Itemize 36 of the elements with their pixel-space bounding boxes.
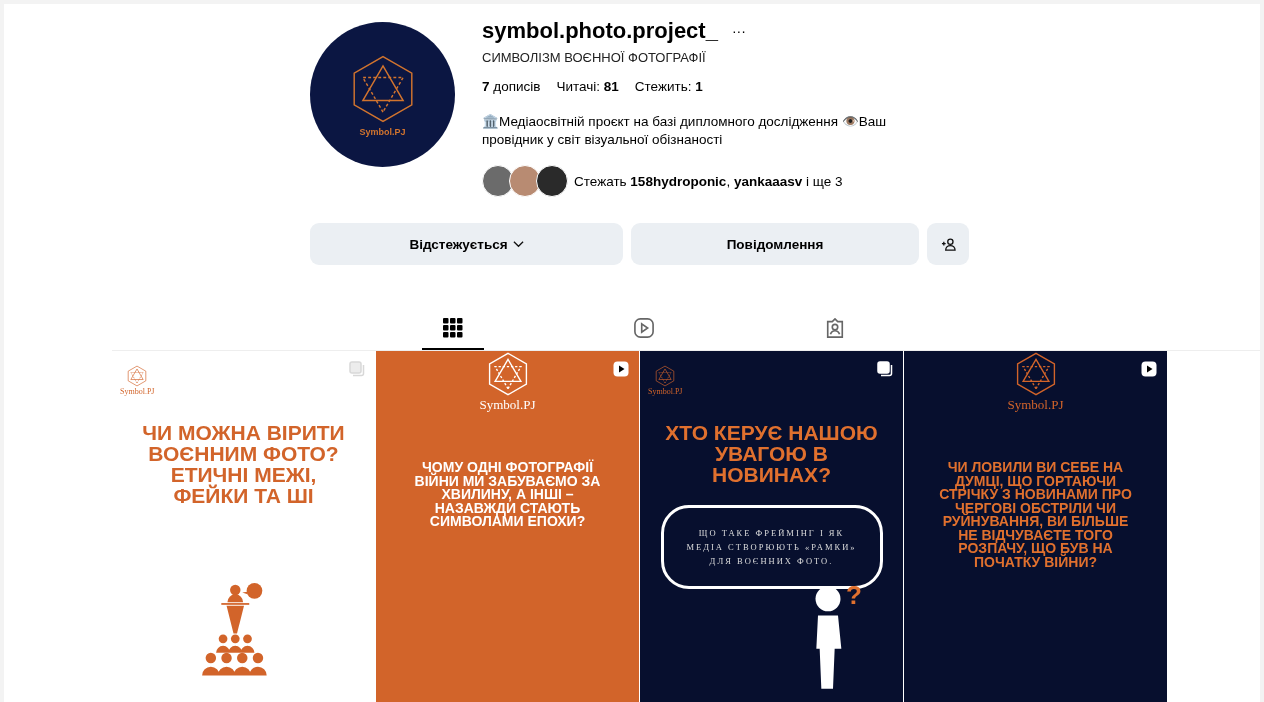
play-icon — [634, 318, 654, 338]
play-icon — [1141, 361, 1157, 377]
post-thumbnail[interactable]: Symbol.PJ ЧИ ЛОВИЛИ ВИ СЕБЕ НА ДУМЦІ, ЩО ГОРТАЮЧИ СТРІЧКУ З НОВИНАМИ ПРО ЧЕРГОВІ ОБСТРІЛИ ЧИ РУЙНУВАННЯ, ВИ БІЛЬШЕ НЕ ВІДЧУВАЄТЕ ТОГО РОЗПАЧУ, ЩО БУВ НА ПОЧАТКУ ВІЙНИ? — [904, 351, 1167, 702]
play-icon — [613, 361, 629, 377]
post-headline: ЧИ МОЖНА ВІРИТИ ВОЄННИМ ФОТО? ЕТИЧНІ МЕЖІ, ФЕЙКИ ТА ШІ — [141, 422, 346, 506]
profile-stat[interactable]: Стежить: 1 — [634, 79, 703, 94]
logo-text: Symbol.PJ — [120, 387, 155, 396]
add-person-icon — [940, 236, 956, 252]
username: symbol.photo.project_ — [482, 18, 718, 44]
profile-full-name: СИМВОЛІЗМ ВОЄННОЇ ФОТОГРАФІЇ — [482, 50, 707, 65]
following-dropdown-button[interactable]: Відстежується — [310, 223, 623, 265]
message-button[interactable]: Повідомлення — [631, 223, 919, 265]
carousel-icon — [877, 361, 893, 377]
add-person-button[interactable] — [927, 223, 969, 265]
icosahedron-logo-icon — [654, 365, 677, 387]
post-headline: ЧОМУ ОДНІ ФОТОГРАФІЇ ВІЙНИ МИ ЗАБУВАЄМО ЗА ХВИЛИНУ, А ІНШІ – НАЗАВЖДИ СТАЮТЬ СИМВОЛАМИ ЕПОХИ? — [413, 461, 602, 529]
follower-avatar — [536, 165, 568, 197]
profile-stat[interactable]: Читачі: 81 — [556, 79, 619, 94]
caret-icon — [512, 240, 524, 248]
logo-text: Symbol.PJ — [359, 126, 406, 137]
more-options-button[interactable]: ··· — [727, 23, 750, 39]
profile-bio: 🏛Медіаосвітній проєкт на базі дипломного дослідження 👁Ваш провідник у світ візуальної обізнаності — [482, 113, 888, 149]
profile-stat[interactable]: 7 дописів — [482, 79, 541, 94]
post-thumbnail[interactable]: Symbol.PJ ЧОМУ ОДНІ ФОТОГРАФІЇ ВІЙНИ МИ ЗАБУВАЄМО ЗА ХВИЛИНУ, А ІНШІ – НАЗАВЖДИ СТАЮТЬ СИМВОЛАМИ ЕПОХИ? — [376, 351, 639, 702]
tagged-person-icon — [825, 318, 845, 338]
post-headline: ХТО КЕРУЄ НАШОЮ УВАГОЮ В НОВИНАХ? — [664, 422, 879, 485]
post-headline: ЧИ ЛОВИЛИ ВИ СЕБЕ НА ДУМЦІ, ЩО ГОРТАЮЧИ СТРІЧКУ З НОВИНАМИ ПРО ЧЕРГОВІ ОБСТРІЛИ ЧИ РУЙНУВАННЯ, ВИ БІЛЬШЕ НЕ ВІДЧУВАЄТЕ ТОГО РОЗПАЧУ, ЩО БУВ НА ПОЧАТКУ ВІЙНИ? — [938, 461, 1133, 569]
carousel-icon — [349, 361, 365, 377]
follower-avatar — [509, 165, 541, 197]
grid-icon — [443, 318, 463, 338]
logo-text: Symbol.PJ — [1007, 397, 1064, 413]
icosahedron-logo-icon — [126, 365, 149, 387]
followed-by-text[interactable]: Стежать 158hydroponic, yankaaasv і ще 3 — [574, 173, 843, 189]
profile-avatar[interactable]: Symbol.PJ — [310, 22, 455, 167]
logo-text: Symbol.PJ — [648, 387, 683, 396]
logo-text: Symbol.PJ — [479, 397, 536, 413]
